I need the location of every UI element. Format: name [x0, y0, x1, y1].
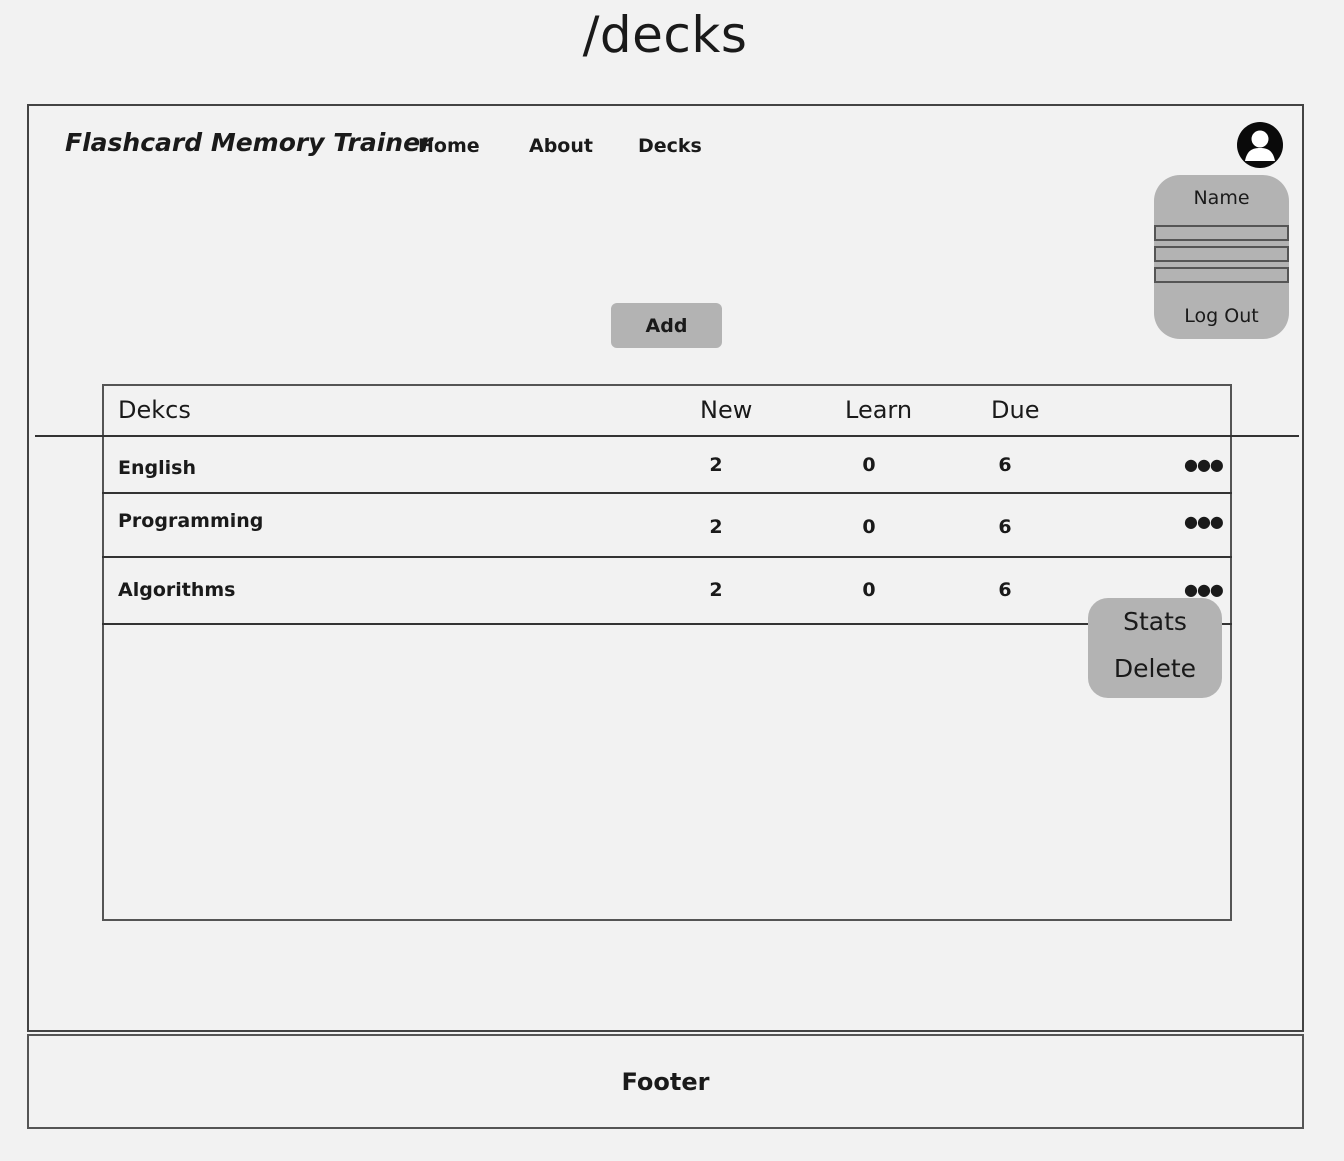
deck-new-count: 2: [709, 516, 723, 538]
deck-name-algorithms[interactable]: Algorithms: [118, 579, 235, 601]
deck-new-count: 2: [709, 579, 723, 601]
stats-menu-item[interactable]: Stats: [1088, 607, 1222, 636]
column-header-learn: Learn: [845, 396, 913, 424]
nav-link-about[interactable]: About: [529, 135, 593, 157]
deck-new-count: 2: [709, 454, 723, 476]
logout-button[interactable]: Log Out: [1154, 305, 1289, 327]
decks-table: [102, 384, 1232, 921]
nav-link-decks[interactable]: Decks: [638, 135, 702, 157]
column-header-decks: Dekcs: [118, 396, 191, 424]
deck-learn-count: 0: [862, 454, 876, 476]
footer-label: Footer: [621, 1067, 710, 1096]
column-header-new: New: [700, 396, 753, 424]
user-menu-item-2[interactable]: [1154, 246, 1289, 262]
footer: Footer: [27, 1034, 1304, 1129]
delete-menu-item[interactable]: Delete: [1088, 654, 1222, 683]
more-options-icon[interactable]: ●●●: [1184, 514, 1224, 530]
column-header-due: Due: [991, 396, 1040, 424]
row-divider: [102, 623, 1232, 625]
more-options-icon[interactable]: ●●●: [1184, 582, 1224, 598]
more-options-icon[interactable]: ●●●: [1184, 457, 1224, 473]
deck-name-programming[interactable]: Programming: [118, 510, 263, 532]
row-divider: [102, 556, 1232, 558]
user-menu-item-1[interactable]: [1154, 225, 1289, 241]
deck-options-menu: Stats Delete: [1088, 598, 1222, 698]
deck-learn-count: 0: [862, 579, 876, 601]
user-name-label: Name: [1193, 187, 1250, 209]
deck-due-count: 6: [998, 579, 1012, 601]
brand-title: Flashcard Memory Trainer: [65, 128, 433, 157]
user-menu-item-3[interactable]: [1154, 267, 1289, 283]
deck-name-english[interactable]: English: [118, 457, 196, 479]
row-divider: [102, 492, 1232, 494]
user-avatar-icon[interactable]: [1237, 122, 1283, 168]
deck-due-count: 6: [998, 454, 1012, 476]
table-header-divider: [35, 435, 1299, 437]
deck-learn-count: 0: [862, 516, 876, 538]
deck-due-count: 6: [998, 516, 1012, 538]
user-dropdown-menu: Name Log Out: [1154, 175, 1289, 339]
add-deck-button[interactable]: Add: [611, 303, 722, 348]
page-title: /decks: [582, 6, 748, 64]
nav-link-home[interactable]: Home: [418, 135, 480, 157]
